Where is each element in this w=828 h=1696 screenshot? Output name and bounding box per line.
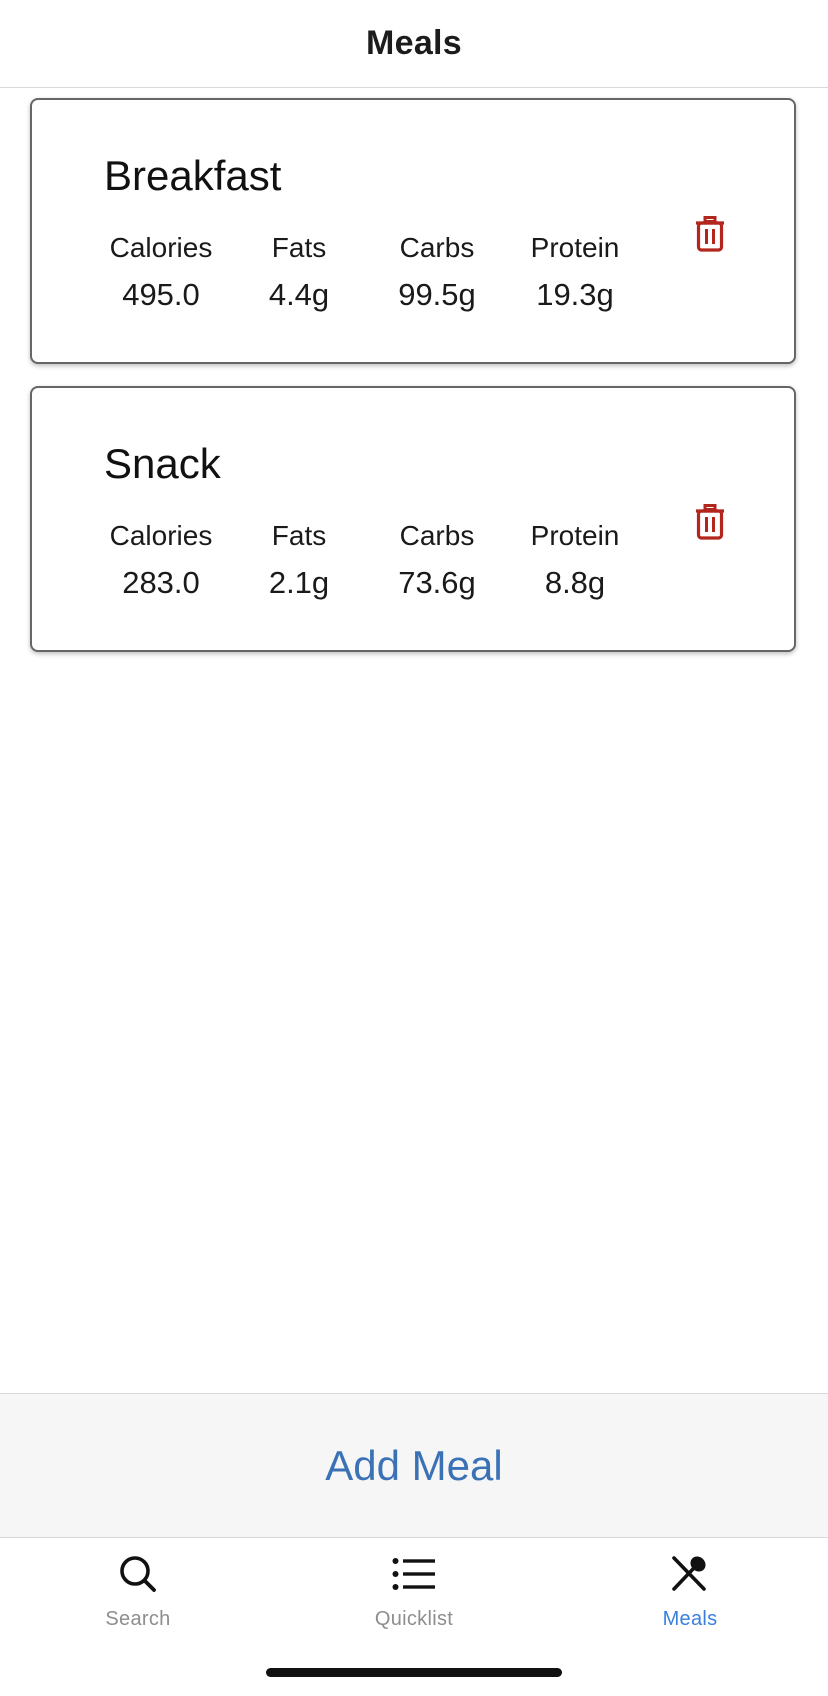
stat-value: 73.6g: [398, 565, 476, 600]
stat-protein: Protein 19.3g: [506, 230, 644, 316]
tab-label: Search: [105, 1608, 171, 1630]
tab-quicklist[interactable]: Quicklist: [276, 1538, 552, 1648]
meal-card-breakfast[interactable]: Breakfast Calories 495.0 Fats 4.4g Carbs…: [30, 98, 796, 364]
stat-value: 8.8g: [544, 565, 606, 600]
stat-label: Protein: [530, 232, 620, 263]
stat-label: Fats: [271, 232, 327, 263]
page-title: Meals: [366, 24, 462, 62]
stat-fats: Fats 2.1g: [230, 518, 368, 604]
stat-value: 2.1g: [268, 565, 330, 600]
trash-icon: [696, 504, 724, 540]
tab-label: Meals: [662, 1608, 718, 1630]
meal-name: Snack: [104, 440, 221, 487]
stat-carbs: Carbs 99.5g: [368, 230, 506, 316]
stat-label: Calories: [109, 520, 213, 551]
tab-search[interactable]: Search: [0, 1538, 276, 1648]
utensils-icon: [668, 1552, 712, 1596]
meal-list: Breakfast Calories 495.0 Fats 4.4g Carbs…: [30, 98, 796, 674]
stat-label: Fats: [271, 520, 327, 551]
tab-meals[interactable]: Meals: [552, 1538, 828, 1648]
stat-value: 495.0: [122, 277, 200, 312]
stat-protein: Protein 8.8g: [506, 518, 644, 604]
stat-value: 283.0: [122, 565, 200, 600]
stat-label: Calories: [109, 232, 213, 263]
list-icon: [392, 1552, 436, 1596]
delete-meal-button[interactable]: [690, 500, 730, 544]
stat-calories: Calories 495.0: [92, 230, 230, 316]
meal-card-snack[interactable]: Snack Calories 283.0 Fats 2.1g Carbs 73.…: [30, 386, 796, 652]
search-icon: [116, 1552, 160, 1596]
stat-label: Carbs: [399, 232, 475, 263]
stat-value: 99.5g: [398, 277, 476, 312]
meal-stats: Calories 283.0 Fats 2.1g Carbs 73.6g Pro…: [92, 518, 644, 604]
trash-icon: [696, 216, 724, 252]
stat-label: Carbs: [399, 520, 475, 551]
delete-meal-button[interactable]: [690, 212, 730, 256]
home-indicator[interactable]: [266, 1668, 562, 1677]
stat-label: Protein: [530, 520, 620, 551]
stat-value: 4.4g: [268, 277, 330, 312]
stat-fats: Fats 4.4g: [230, 230, 368, 316]
meals-screen: Meals Breakfast Calories 495.0 Fats 4.4g…: [0, 0, 828, 1696]
stat-value: 19.3g: [536, 277, 614, 312]
meal-stats: Calories 495.0 Fats 4.4g Carbs 99.5g Pro…: [92, 230, 644, 316]
add-meal-bar: Add Meal: [0, 1393, 828, 1538]
add-meal-button[interactable]: Add Meal: [305, 1432, 522, 1500]
stat-calories: Calories 283.0: [92, 518, 230, 604]
tab-label: Quicklist: [374, 1608, 454, 1630]
stat-carbs: Carbs 73.6g: [368, 518, 506, 604]
nav-header: Meals: [0, 0, 828, 88]
meal-name: Breakfast: [104, 152, 282, 199]
